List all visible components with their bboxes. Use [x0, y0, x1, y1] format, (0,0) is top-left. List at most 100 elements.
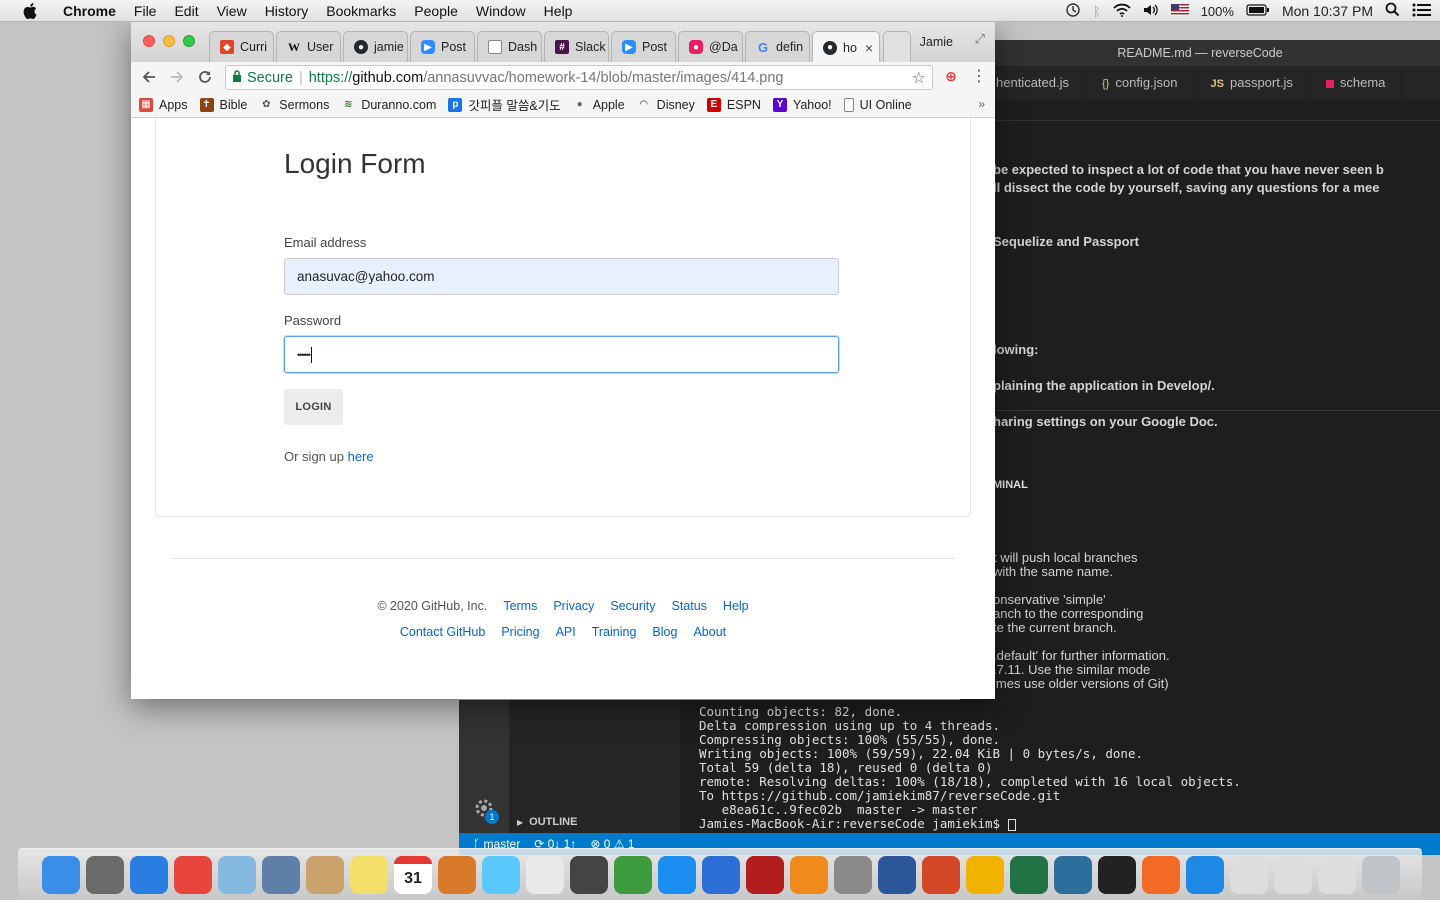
browser-tab[interactable]: ● @Da: [678, 31, 743, 62]
finder-icon[interactable]: [42, 855, 80, 894]
close-window-button[interactable]: [143, 35, 155, 47]
photos-icon[interactable]: [262, 855, 300, 894]
excel-icon[interactable]: [1010, 855, 1048, 894]
reload-button[interactable]: [191, 63, 219, 91]
vscode-tab-config[interactable]: {} config.json: [1086, 66, 1195, 100]
sketch-icon[interactable]: [1142, 855, 1180, 894]
bookmark-godpeople[interactable]: p 갓피플 말씀&기도: [448, 95, 561, 114]
email-field[interactable]: anasuvac@yahoo.com: [284, 258, 839, 295]
menu-help[interactable]: Help: [535, 3, 582, 19]
bookmark-disney[interactable]: ◠ Disney: [637, 98, 695, 112]
bookmark-duranno[interactable]: ≋ Duranno.com: [341, 98, 436, 112]
profile-name[interactable]: Jamie: [920, 35, 953, 49]
bookmarks-overflow-icon[interactable]: »: [978, 97, 985, 111]
messages-icon[interactable]: [482, 855, 520, 894]
browser-tab-active[interactable]: ● ho ×: [812, 31, 880, 63]
bookmark-apple[interactable]: ● Apple: [573, 98, 625, 112]
footer-link-about[interactable]: About: [693, 625, 726, 639]
facetime-icon[interactable]: [614, 855, 652, 894]
window-1-icon[interactable]: [1230, 855, 1268, 894]
zoom-window-button[interactable]: [183, 35, 195, 47]
word-icon[interactable]: [878, 855, 916, 894]
browser-tab[interactable]: Gdefin: [745, 31, 810, 62]
bookmark-bible[interactable]: ✝ Bible: [199, 97, 247, 112]
menu-chrome[interactable]: Chrome: [54, 3, 125, 19]
back-button[interactable]: [135, 63, 163, 91]
battery-percent[interactable]: 100%: [1201, 4, 1234, 19]
us-flag-icon[interactable]: [1170, 3, 1189, 19]
signup-link[interactable]: here: [348, 449, 374, 464]
outline-section[interactable]: ▶ OUTLINE: [509, 812, 680, 832]
terminal-icon[interactable]: [1098, 855, 1136, 894]
bookmark-apps[interactable]: ▦ Apps: [139, 97, 188, 112]
menu-file[interactable]: File: [125, 3, 166, 19]
system-preferences-icon[interactable]: [834, 855, 872, 894]
menu-edit[interactable]: Edit: [165, 3, 207, 19]
extension-icon[interactable]: ⊕: [943, 68, 959, 84]
chrome-menu-icon[interactable]: ⋮: [971, 66, 987, 86]
trash-icon[interactable]: [1362, 855, 1400, 894]
bookmark-espn[interactable]: E ESPN: [706, 97, 761, 112]
pages-icon[interactable]: [966, 855, 1004, 894]
footer-link-blog[interactable]: Blog: [652, 625, 677, 639]
fullscreen-icon[interactable]: ⤢: [975, 31, 985, 47]
textedit-icon[interactable]: [526, 855, 564, 894]
bookmark-ui-online[interactable]: UI Online: [843, 97, 912, 112]
menu-bookmarks[interactable]: Bookmarks: [317, 3, 405, 19]
menu-history[interactable]: History: [256, 3, 318, 19]
browser-tab[interactable]: # Slack: [544, 31, 609, 62]
forward-button[interactable]: [163, 63, 191, 91]
footer-link-pricing[interactable]: Pricing: [501, 625, 539, 639]
terminal-panel-header[interactable]: MINAL: [993, 479, 1028, 491]
notification-center-icon[interactable]: [1412, 3, 1432, 20]
keynote-charts-icon[interactable]: [438, 855, 476, 894]
contacts-icon[interactable]: [306, 855, 344, 894]
chrome-icon[interactable]: [174, 855, 212, 894]
menu-window[interactable]: Window: [467, 3, 535, 19]
lock-icon[interactable]: [232, 69, 242, 86]
vscode-icon[interactable]: [1186, 855, 1224, 894]
vscode-tab-schema[interactable]: schema: [1310, 66, 1403, 100]
launchpad-icon[interactable]: [86, 855, 124, 894]
bluetooth-icon[interactable]: ᛒ: [1093, 4, 1101, 19]
spotlight-icon[interactable]: [1385, 2, 1400, 20]
battery-icon[interactable]: [1246, 3, 1270, 19]
mysql-workbench-icon[interactable]: [1054, 855, 1092, 894]
footer-link-status[interactable]: Status: [671, 599, 706, 613]
browser-tab[interactable]: ● jamie: [343, 31, 408, 62]
browser-tab[interactable]: ▶ Post: [611, 31, 676, 62]
ibooks-icon[interactable]: [790, 855, 828, 894]
menu-view[interactable]: View: [208, 3, 256, 19]
photo-booth-icon[interactable]: [570, 855, 608, 894]
photo-slideshow-icon[interactable]: [746, 855, 784, 894]
footer-link-api[interactable]: API: [556, 625, 576, 639]
menu-people[interactable]: People: [405, 3, 467, 19]
app-store-icon[interactable]: [658, 855, 696, 894]
menubar-clock[interactable]: Mon 10:37 PM: [1282, 3, 1373, 19]
footer-link-help[interactable]: Help: [723, 599, 749, 613]
minimize-window-button[interactable]: [163, 35, 175, 47]
notes-icon[interactable]: [350, 855, 388, 894]
preview-icon[interactable]: [218, 855, 256, 894]
volume-icon[interactable]: [1143, 3, 1159, 20]
safari-icon[interactable]: [130, 855, 168, 894]
calendar-icon[interactable]: 31: [394, 855, 432, 894]
vscode-tab-passport[interactable]: JS passport.js: [1195, 66, 1310, 100]
new-tab-button[interactable]: [883, 31, 911, 62]
powerpoint-icon[interactable]: [922, 855, 960, 894]
wifi-icon[interactable]: [1113, 3, 1131, 20]
bookmark-yahoo[interactable]: Y Yahoo!: [772, 97, 832, 112]
footer-link-security[interactable]: Security: [610, 599, 655, 613]
browser-tab[interactable]: ▶ Post: [410, 31, 475, 62]
browser-tab[interactable]: W User: [276, 31, 341, 62]
time-machine-icon[interactable]: [1065, 2, 1081, 21]
password-field[interactable]: ••••••: [284, 336, 839, 373]
address-bar[interactable]: Secure | https:// github.com /annasuvvac…: [225, 65, 933, 90]
footer-link-training[interactable]: Training: [592, 625, 637, 639]
browser-tab[interactable]: Dash: [477, 31, 542, 62]
terminal-prompt[interactable]: Jamies-MacBook-Air:reverseCode jamiekim$: [699, 816, 1016, 831]
login-button[interactable]: LOGIN: [284, 389, 343, 425]
browser-tab[interactable]: ◆ Curri: [209, 31, 274, 62]
footer-link-privacy[interactable]: Privacy: [553, 599, 594, 613]
keynote-icon[interactable]: [702, 855, 740, 894]
